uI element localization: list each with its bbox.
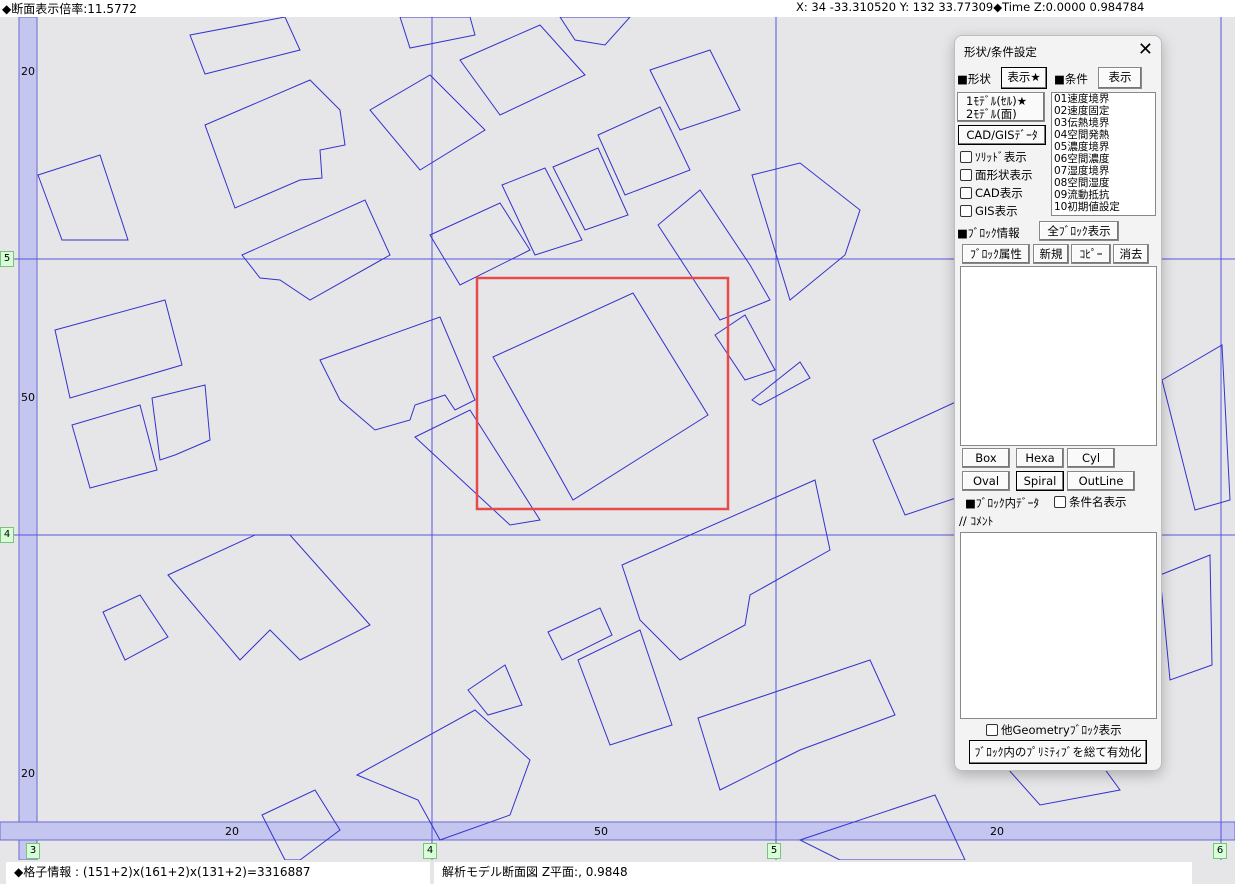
grid-index-tag: 5 (0, 251, 14, 267)
list-item[interactable]: 03伝熱境界 (1054, 117, 1155, 129)
outline-primitive-button[interactable]: OutLine (1067, 471, 1135, 491)
box-primitive-button[interactable]: Box (962, 448, 1010, 468)
other-geometry-label: 他Geometryﾌﾞﾛｯｸ表示 (1001, 723, 1122, 737)
cad-gis-data-button[interactable]: CAD/GISﾃﾞｰﾀ (958, 125, 1046, 145)
condition-list[interactable]: 01速度境界 02速度固定 03伝熱境界 04空間発熱 05濃度境界 06空間濃… (1051, 92, 1156, 216)
grid-index-tag: 4 (0, 527, 14, 543)
left-axis-label: 50 (21, 391, 35, 404)
left-axis-label: 20 (21, 65, 35, 78)
face-shape-display-checkbox[interactable]: 面形状表示 (960, 168, 1033, 182)
selection-rectangle (475, 276, 730, 511)
checkbox-box (960, 187, 972, 199)
checkbox-box (1054, 496, 1066, 508)
left-axis-label: 20 (21, 767, 35, 780)
show-all-blocks-button[interactable]: 全ﾌﾞﾛｯｸ表示 (1039, 221, 1119, 241)
shape-show-button[interactable]: 表示★ (1001, 67, 1047, 89)
grid-index-tag: 5 (767, 843, 781, 859)
list-item[interactable]: 04空間発熱 (1054, 129, 1155, 141)
model-type-face: 2ﾓﾃﾞﾙ(面) (966, 107, 1017, 121)
block-data-label: ■ﾌﾞﾛｯｸ内ﾃﾞｰﾀ (965, 496, 1040, 510)
bottom-axis-label: 50 (594, 825, 608, 838)
copy-block-button[interactable]: ｺﾋﾟｰ (1071, 244, 1111, 264)
panel-title: 形状/条件設定 (964, 45, 1037, 59)
enable-all-primitives-button[interactable]: ﾌﾞﾛｯｸ内のﾌﾟﾘﾐﾃｨﾌﾞを総て有効化 (969, 740, 1147, 764)
face-shape-display-label: 面形状表示 (975, 168, 1033, 182)
gis-display-checkbox[interactable]: GIS表示 (960, 204, 1018, 218)
list-item[interactable]: 10初期値設定 (1054, 201, 1155, 213)
block-list[interactable] (960, 266, 1157, 446)
condition-section-label: ■条件 (1054, 72, 1088, 86)
oval-primitive-button[interactable]: Oval (962, 471, 1010, 491)
cyl-primitive-button[interactable]: Cyl (1067, 448, 1115, 468)
zoom-readout: ◆断面表示倍率:11.5772 (2, 2, 137, 16)
checkbox-box (960, 169, 972, 181)
close-icon[interactable]: ✕ (1138, 39, 1153, 60)
list-item[interactable]: 05濃度境界 (1054, 141, 1155, 153)
comment-textarea[interactable] (960, 532, 1157, 719)
bottom-axis-label: 20 (990, 825, 1004, 838)
grid-index-tag: 6 (1213, 843, 1227, 859)
list-item[interactable]: 09流動抵抗 (1054, 189, 1155, 201)
grid-info: ◆格子情報 : (151+2)x(161+2)x(131+2)=3316887 (6, 862, 430, 884)
hexa-primitive-button[interactable]: Hexa (1016, 448, 1064, 468)
other-geometry-checkbox[interactable]: 他Geometryﾌﾞﾛｯｸ表示 (986, 723, 1122, 737)
grid-index-tag: 4 (423, 843, 437, 859)
bottom-axis-label: 20 (225, 825, 239, 838)
condition-name-checkbox[interactable]: 条件名表示 (1054, 495, 1127, 509)
shape-section-label: ■形状 (957, 72, 991, 86)
spiral-primitive-button[interactable]: Spiral (1016, 471, 1064, 491)
list-item[interactable]: 08空間湿度 (1054, 177, 1155, 189)
comment-label: // ｺﾒﾝﾄ (959, 514, 994, 528)
gis-display-label: GIS表示 (975, 204, 1018, 218)
bottom-axis-band (0, 821, 1235, 841)
delete-block-button[interactable]: 消去 (1113, 244, 1149, 264)
cad-display-label: CAD表示 (975, 186, 1023, 200)
checkbox-box (960, 151, 972, 163)
solid-display-checkbox[interactable]: ｿﾘｯﾄﾞ表示 (960, 150, 1027, 164)
checkbox-box (960, 205, 972, 217)
list-item[interactable]: 01速度境界 (1054, 93, 1155, 105)
cursor-coordinates: X: 34 -33.310520 Y: 132 33.77309◆Time Z:… (796, 0, 1145, 14)
condition-name-label: 条件名表示 (1069, 495, 1127, 509)
model-type-button[interactable]: 1ﾓﾃﾞﾙ(ｾﾙ)★ 2ﾓﾃﾞﾙ(面) (957, 92, 1045, 122)
section-info: 解析モデル断面図 Z平面:, 0.9848 (434, 862, 1192, 884)
list-item[interactable]: 02速度固定 (1054, 105, 1155, 117)
block-attribute-button[interactable]: ﾌﾞﾛｯｸ属性 (962, 244, 1030, 264)
grid-index-tag: 3 (26, 843, 40, 859)
cad-display-checkbox[interactable]: CAD表示 (960, 186, 1023, 200)
condition-show-button[interactable]: 表示 (1098, 67, 1142, 89)
list-item[interactable]: 06空間濃度 (1054, 153, 1155, 165)
list-item[interactable]: 07湿度境界 (1054, 165, 1155, 177)
shape-condition-panel: 形状/条件設定 ✕ ■形状 表示★ ■条件 表示 1ﾓﾃﾞﾙ(ｾﾙ)★ 2ﾓﾃﾞ… (954, 35, 1162, 771)
checkbox-box (986, 724, 998, 736)
solid-display-label: ｿﾘｯﾄﾞ表示 (975, 150, 1027, 164)
top-status-bar: ◆断面表示倍率:11.5772 X: 34 -33.310520 Y: 132 … (0, 0, 1235, 17)
bottom-status-bar: ◆格子情報 : (151+2)x(161+2)x(131+2)=3316887 … (0, 860, 1235, 884)
new-block-button[interactable]: 新規 (1033, 244, 1069, 264)
left-axis-band (18, 17, 38, 860)
block-info-label: ■ﾌﾞﾛｯｸ情報 (957, 226, 1020, 240)
